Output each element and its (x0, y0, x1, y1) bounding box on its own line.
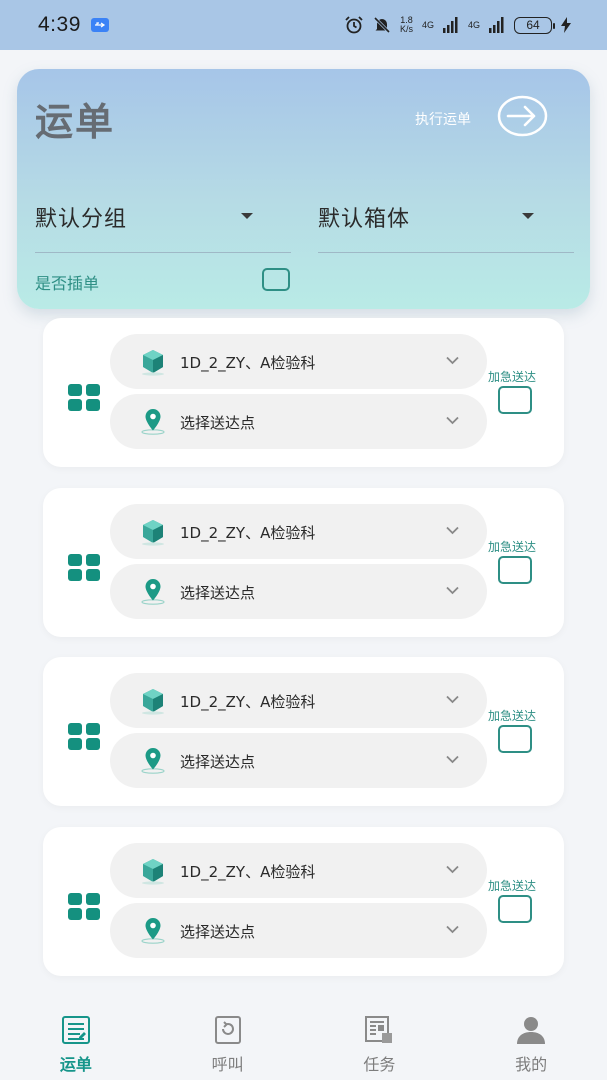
caret-down-icon (241, 213, 253, 219)
box-dropdown-value: 默认箱体 (318, 207, 411, 232)
box-3d-icon (142, 859, 164, 885)
signal-type-2: 4G (467, 20, 480, 30)
department-value: 1D_2_ZY、A检验科 (180, 524, 316, 542)
group-dropdown-value: 默认分组 (35, 207, 128, 232)
nav-item-call[interactable]: 呼叫 (152, 995, 304, 1080)
department-select[interactable]: 1D_2_ZY、A检验科 (110, 673, 487, 728)
call-icon (214, 1016, 241, 1044)
department-value: 1D_2_ZY、A检验科 (180, 863, 316, 881)
urgent-label: 加急送达 (488, 540, 537, 554)
nav-item-waybill[interactable]: 运单 (0, 995, 152, 1080)
destination-select[interactable]: 选择送达点 (110, 394, 487, 449)
nav-label-waybill: 运单 (59, 1055, 92, 1074)
destination-value: 选择送达点 (180, 414, 256, 432)
waybill-card: 1D_2_ZY、A检验科 选择送达点 加急送达 (43, 488, 564, 637)
usb-icon (90, 18, 109, 32)
destination-select[interactable]: 选择送达点 (110, 564, 487, 619)
signal-type-1: 4G (421, 20, 434, 30)
urgent-label: 加急送达 (488, 879, 537, 893)
nav-label-profile: 我的 (515, 1055, 548, 1074)
location-pin-icon (141, 748, 165, 774)
department-select[interactable]: 1D_2_ZY、A检验科 (110, 504, 487, 559)
urgent-checkbox[interactable] (498, 895, 532, 923)
department-select[interactable]: 1D_2_ZY、A检验科 (110, 334, 487, 389)
nav-item-task[interactable]: 任务 (304, 995, 456, 1080)
caret-down-icon (522, 213, 534, 219)
urgent-label: 加急送达 (488, 709, 537, 723)
urgent-label: 加急送达 (488, 370, 537, 384)
signal-icon (442, 17, 458, 33)
execute-waybill-label[interactable]: 执行运单 (415, 109, 471, 129)
nav-label-task: 任务 (363, 1055, 396, 1074)
page-title: 运单 (35, 100, 116, 144)
grid-icon[interactable] (68, 554, 100, 581)
grid-icon[interactable] (68, 723, 100, 750)
battery-indicator: 64 (514, 16, 555, 34)
status-left: 4:39 (38, 13, 109, 37)
waybill-card: 1D_2_ZY、A检验科 选择送达点 加急送达 (43, 657, 564, 806)
signal-icon (489, 17, 504, 33)
status-bar: 4:39 1.8 K/s 4G 4G 64 (0, 0, 607, 50)
destination-value: 选择送达点 (180, 923, 256, 941)
chevron-down-icon (446, 865, 459, 874)
network-speed: 1.8 K/s (400, 16, 413, 34)
net-speed-unit: K/s (399, 24, 413, 34)
urgent-checkbox[interactable] (498, 386, 532, 414)
chevron-down-icon (446, 356, 459, 365)
department-select[interactable]: 1D_2_ZY、A检验科 (110, 843, 487, 898)
chevron-down-icon (446, 526, 459, 535)
waybill-card: 1D_2_ZY、A检验科 选择送达点 加急送达 (43, 318, 564, 467)
waybill-icon (61, 1016, 90, 1044)
bottom-nav: 运单 呼叫 任务 我的 (0, 995, 607, 1080)
box-3d-icon (142, 520, 164, 546)
destination-value: 选择送达点 (180, 584, 256, 602)
box-dropdown[interactable]: 默认箱体 (318, 201, 574, 253)
department-value: 1D_2_ZY、A检验科 (180, 693, 316, 711)
destination-value: 选择送达点 (180, 753, 256, 771)
chevron-down-icon (446, 586, 459, 595)
department-value: 1D_2_ZY、A检验科 (180, 354, 316, 372)
destination-select[interactable]: 选择送达点 (110, 903, 487, 958)
location-pin-icon (141, 918, 165, 944)
mute-icon (373, 16, 391, 34)
alarm-icon (345, 16, 363, 34)
destination-select[interactable]: 选择送达点 (110, 733, 487, 788)
chevron-down-icon (446, 755, 459, 764)
charging-icon (561, 17, 571, 33)
box-3d-icon (142, 689, 164, 715)
location-pin-icon (141, 579, 165, 605)
box-3d-icon (142, 350, 164, 376)
grid-icon[interactable] (68, 893, 100, 920)
task-icon (365, 1016, 393, 1043)
grid-icon[interactable] (68, 384, 100, 411)
waybill-header-card: 运单 执行运单 默认分组 默认箱体 是否插单 (17, 69, 590, 309)
execute-arrow-icon[interactable] (497, 95, 548, 137)
status-right: 1.8 K/s 4G 4G 64 (344, 16, 571, 34)
nav-label-call: 呼叫 (211, 1055, 244, 1074)
status-time: 4:39 (38, 13, 81, 36)
location-pin-icon (141, 409, 165, 435)
chevron-down-icon (446, 416, 459, 425)
chevron-down-icon (446, 925, 459, 934)
waybill-card: 1D_2_ZY、A检验科 选择送达点 加急送达 (43, 827, 564, 976)
insert-order-label: 是否插单 (35, 274, 100, 293)
profile-icon (517, 1017, 546, 1044)
chevron-down-icon (446, 695, 459, 704)
urgent-checkbox[interactable] (498, 556, 532, 584)
urgent-checkbox[interactable] (498, 725, 532, 753)
group-dropdown[interactable]: 默认分组 (35, 201, 291, 253)
insert-order-checkbox[interactable] (262, 268, 290, 291)
nav-item-profile[interactable]: 我的 (455, 995, 607, 1080)
